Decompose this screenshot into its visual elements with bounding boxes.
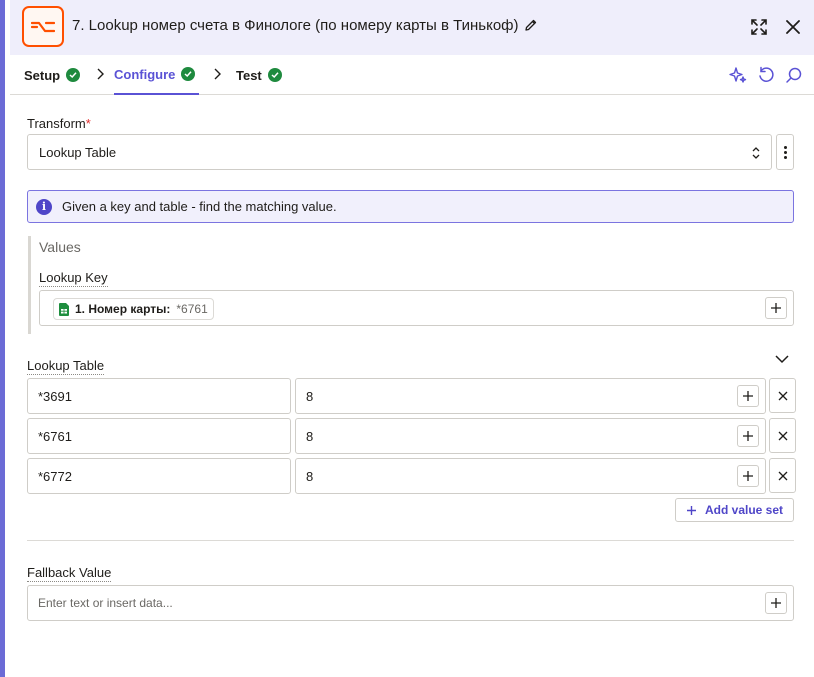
- check-circle-icon: [267, 68, 282, 82]
- lookup-key-cell[interactable]: *3691: [27, 378, 291, 414]
- undo-icon[interactable]: [756, 65, 776, 85]
- key-text: *6761: [38, 429, 72, 444]
- info-text: Given a key and table - find the matchin…: [62, 199, 337, 214]
- more-options-icon[interactable]: [776, 134, 794, 170]
- tab-configure[interactable]: Configure: [114, 55, 200, 95]
- redaction-mask: [316, 384, 391, 408]
- step-tabs: Setup Configure Test: [10, 55, 814, 95]
- remove-row-button[interactable]: [769, 378, 796, 413]
- tab-setup[interactable]: Setup: [24, 55, 81, 95]
- insert-data-button[interactable]: [737, 465, 759, 487]
- add-value-set-button[interactable]: Add value set: [675, 498, 794, 522]
- tab-label: Test: [236, 67, 262, 83]
- insert-data-button[interactable]: [765, 592, 787, 614]
- plus-icon: [743, 471, 753, 481]
- sparkle-ai-icon[interactable]: [728, 65, 748, 85]
- lookup-key-label-text: Lookup Key: [39, 270, 108, 287]
- chevron-right-icon: [97, 68, 104, 80]
- redaction-mask: [316, 464, 391, 488]
- close-icon: [778, 391, 787, 400]
- search-icon[interactable]: [784, 65, 804, 85]
- editor-panel: 7. Lookup номер счета в Финологе (по ном…: [0, 0, 814, 677]
- check-circle-icon: [66, 68, 81, 82]
- step-header: 7. Lookup номер счета в Финологе (по ном…: [10, 0, 814, 55]
- info-banner: i Given a key and table - find the match…: [27, 190, 794, 223]
- insert-data-button[interactable]: [737, 425, 759, 447]
- chip-value: *6761: [176, 302, 208, 316]
- tab-label: Configure: [114, 66, 176, 82]
- mapped-field-chip[interactable]: 1. Номер карты: *6761: [53, 298, 214, 320]
- plus-icon: [743, 391, 753, 401]
- redaction-mask: [316, 424, 391, 448]
- plus-icon: [771, 598, 781, 608]
- required-mark: *: [85, 116, 91, 131]
- transform-label-text: Transform: [27, 116, 86, 131]
- add-value-set-label: Add value set: [704, 503, 784, 517]
- fallback-label: Fallback Value: [27, 565, 112, 582]
- close-icon[interactable]: [782, 16, 804, 38]
- transform-label: Transform*: [27, 116, 91, 131]
- values-group-rail: [28, 236, 31, 334]
- lookup-table-label-text: Lookup Table: [27, 358, 105, 375]
- close-icon: [778, 471, 787, 480]
- lookup-value-cell[interactable]: 8: [295, 418, 766, 454]
- formatter-app-icon: [22, 6, 64, 47]
- fallback-placeholder: Enter text or insert data...: [38, 596, 173, 610]
- transform-select[interactable]: Lookup Table: [27, 134, 772, 170]
- lookup-key-field[interactable]: 1. Номер карты: *6761: [39, 290, 794, 326]
- value-text: 8: [306, 469, 314, 484]
- remove-row-button[interactable]: [769, 418, 796, 453]
- expand-icon[interactable]: [748, 16, 770, 38]
- plus-icon: [743, 431, 753, 441]
- lookup-table-label: Lookup Table: [27, 358, 105, 375]
- info-icon: i: [36, 198, 52, 215]
- lookup-key-cell[interactable]: *6761: [27, 418, 291, 454]
- lookup-value-cell[interactable]: 8: [295, 378, 766, 414]
- select-arrows-icon: [752, 147, 760, 159]
- transform-selected-value: Lookup Table: [39, 144, 117, 160]
- fallback-label-text: Fallback Value: [27, 565, 112, 582]
- value-text: 8: [306, 389, 314, 404]
- lookup-value-cell[interactable]: 8: [295, 458, 766, 494]
- insert-data-button[interactable]: [737, 385, 759, 407]
- lookup-key-cell[interactable]: *6772: [27, 458, 291, 494]
- check-circle-icon: [181, 67, 196, 81]
- plus-icon: [771, 303, 781, 313]
- remove-row-button[interactable]: [769, 458, 796, 493]
- tab-test[interactable]: Test: [236, 55, 282, 95]
- google-sheets-icon: [59, 302, 69, 316]
- chip-label: 1. Номер карты:: [75, 302, 171, 316]
- close-icon: [778, 431, 787, 440]
- chevron-right-icon: [214, 68, 221, 80]
- value-text: 8: [306, 429, 314, 444]
- key-text: *3691: [38, 389, 72, 404]
- plus-icon: [686, 505, 696, 515]
- key-text: *6772: [38, 469, 72, 484]
- values-title: Values: [39, 239, 81, 255]
- step-title: 7. Lookup номер счета в Финологе (по ном…: [72, 17, 519, 34]
- insert-data-button[interactable]: [765, 297, 787, 319]
- fallback-input[interactable]: Enter text or insert data...: [27, 585, 794, 621]
- edit-title-icon[interactable]: [524, 18, 538, 35]
- chevron-down-icon[interactable]: [775, 354, 789, 364]
- lookup-key-label: Lookup Key: [39, 270, 108, 287]
- section-divider: [27, 540, 794, 541]
- tab-label: Setup: [24, 67, 61, 83]
